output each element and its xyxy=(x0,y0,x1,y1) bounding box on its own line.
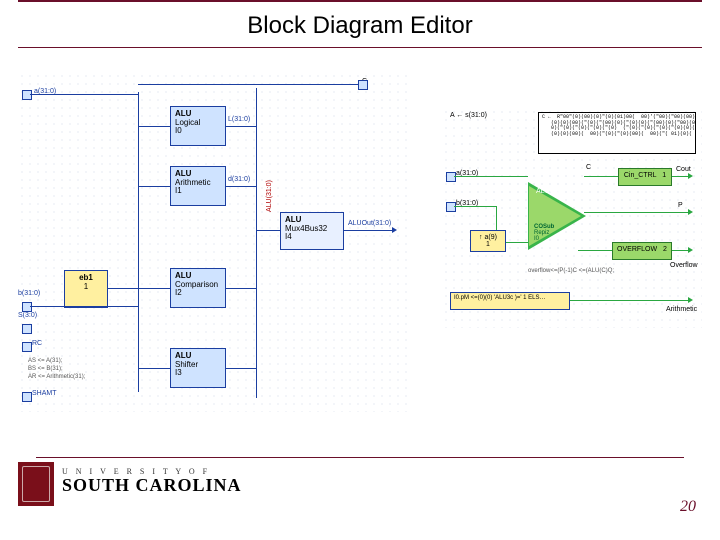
blk-a9-id: 1 xyxy=(475,241,501,249)
r-top-sig: A ← s(31:0) xyxy=(450,112,487,119)
block-alu-comparison[interactable]: ALU Comparison I2 xyxy=(170,268,226,308)
block-alu-shifter[interactable]: ALU Shifter I3 xyxy=(170,348,226,388)
port-shamt xyxy=(22,392,32,402)
w-ar-in xyxy=(138,186,170,187)
blk-a9-title: ↑ a(9) xyxy=(475,234,501,242)
block-overflow[interactable]: OVERFLOW 2 xyxy=(612,242,672,260)
label-shamt: SHAMT xyxy=(32,390,57,397)
cin-id: 1 xyxy=(662,172,666,179)
wire-a-trunk xyxy=(138,92,139,392)
lbl-d-bus: d(31:0) xyxy=(228,176,250,183)
lbl-l-bus: L(31:0) xyxy=(228,116,250,123)
slide-title: Block Diagram Editor xyxy=(0,12,720,41)
rw-p xyxy=(584,212,690,213)
w-log-out xyxy=(226,126,256,127)
expr-bottom-text: I0.pM <=(0)(0) 'ALU3c )=' 1 ELS… xyxy=(454,295,546,301)
top-rule xyxy=(18,0,702,2)
w-cmp-in xyxy=(138,288,170,289)
wire-a-in xyxy=(30,94,138,95)
r-lbl-ovf: Overflow xyxy=(670,262,698,269)
block-expr-bottom[interactable]: I0.pM <=(0)(0) 'ALU3c )=' 1 ELS… xyxy=(450,292,570,310)
block-cin-ctrl[interactable]: Cin_CTRL 1 xyxy=(618,168,672,186)
w-sh-in xyxy=(138,368,170,369)
ar-cout xyxy=(688,173,693,179)
cosub-i: I0 xyxy=(534,236,539,242)
label-sel: S(3:0) xyxy=(18,312,37,319)
wire-c-top xyxy=(138,84,364,85)
code-box: C ← R"00"(0)(00)(0)"(0)(01)00( 00)'("00)… xyxy=(538,112,696,154)
blk-mux-id: I4 xyxy=(285,233,339,242)
rw-a xyxy=(454,176,528,177)
ovf-title: OVERFLOW xyxy=(617,246,657,253)
r-lbl-c: C xyxy=(586,164,591,171)
blk-mux-sub: Mux4Bus32 xyxy=(285,225,339,234)
ar-p xyxy=(688,209,693,215)
w-eb1-r xyxy=(108,288,138,289)
label-b: b(31:0) xyxy=(18,290,40,297)
ar-ovf xyxy=(688,247,693,253)
arrow-mux-out xyxy=(392,227,397,233)
r-lbl-p: P xyxy=(678,202,683,209)
eb-code-1: AS <= A(31); xyxy=(28,358,62,364)
wire-out-trunk xyxy=(256,88,257,398)
w-b-in xyxy=(30,306,138,307)
cosub-t: COSub xyxy=(534,224,554,230)
w-mux-in xyxy=(256,230,280,231)
block-eb1[interactable]: eb1 1 xyxy=(64,270,108,308)
rw-arith xyxy=(570,300,690,301)
university-name: U N I V E R S I T Y O F SOUTH CAROLINA xyxy=(62,468,242,494)
block-arrow-a9[interactable]: ↑ a(9) 1 xyxy=(470,230,506,252)
blk-logical-id: I0 xyxy=(175,127,221,136)
cosub-s: Repiz xyxy=(534,230,549,236)
r-port-b xyxy=(446,202,456,212)
rw-ovf-in xyxy=(578,250,612,251)
ar-arith xyxy=(688,297,693,303)
w-log-in xyxy=(138,126,170,127)
rw-cin xyxy=(584,176,618,177)
ovf-expr: overflow<=(P(-1)C <=(ALU(C)Q; xyxy=(528,268,614,274)
footer: U N I V E R S I T Y O F SOUTH CAROLINA 2… xyxy=(18,462,702,522)
label-alu-vert: ALU(31:0) xyxy=(266,180,273,212)
blk-sh-id: I3 xyxy=(175,369,221,378)
blk-arith-id: I1 xyxy=(175,187,221,196)
title-underline xyxy=(18,47,702,48)
diagram-canvas: a(31:0) b(31:0) S(3:0) RC SHAMT C ALU Lo… xyxy=(18,72,702,452)
r-lbl-arith: Arithmetic xyxy=(666,306,697,313)
port-b xyxy=(22,302,32,312)
label-rc: RC xyxy=(32,340,42,347)
cin-title: Cin_CTRL xyxy=(624,172,656,179)
footer-rule xyxy=(36,457,684,458)
ovf-id: 2 xyxy=(663,246,667,253)
block-alu-logical[interactable]: ALU Logical I0 xyxy=(170,106,226,146)
lbl-aluout: ALUOut(31:0) xyxy=(348,220,391,227)
cosub-label: COSub Repiz I0 xyxy=(534,224,554,243)
block-alu-mux[interactable]: ALU Mux4Bus32 I4 xyxy=(280,212,344,250)
port-sel xyxy=(22,324,32,334)
port-c xyxy=(358,80,368,90)
r-lbl-aluout: ALUOut xyxy=(536,188,561,195)
page-number: 20 xyxy=(680,498,696,516)
blk-cmp-id: I2 xyxy=(175,289,221,298)
port-a xyxy=(22,90,32,100)
university-seal-icon xyxy=(18,462,54,506)
eb-code-3: AR <= Arithmetic(31); xyxy=(28,374,85,380)
block-alu-arithmetic[interactable]: ALU Arithmetic I1 xyxy=(170,166,226,206)
r-port-a xyxy=(446,172,456,182)
blk-eb1-id: 1 xyxy=(69,283,103,292)
w-ar-out xyxy=(226,186,256,187)
w-mux-out xyxy=(344,230,394,231)
r-lbl-cout: Cout xyxy=(676,166,691,173)
rw-b xyxy=(454,206,496,207)
w-sh-out xyxy=(226,368,256,369)
w-cmp-out xyxy=(226,288,256,289)
eb-code-2: BS <= B(31); xyxy=(28,366,63,372)
uni-line2: SOUTH CAROLINA xyxy=(62,476,242,494)
port-rc xyxy=(22,342,32,352)
